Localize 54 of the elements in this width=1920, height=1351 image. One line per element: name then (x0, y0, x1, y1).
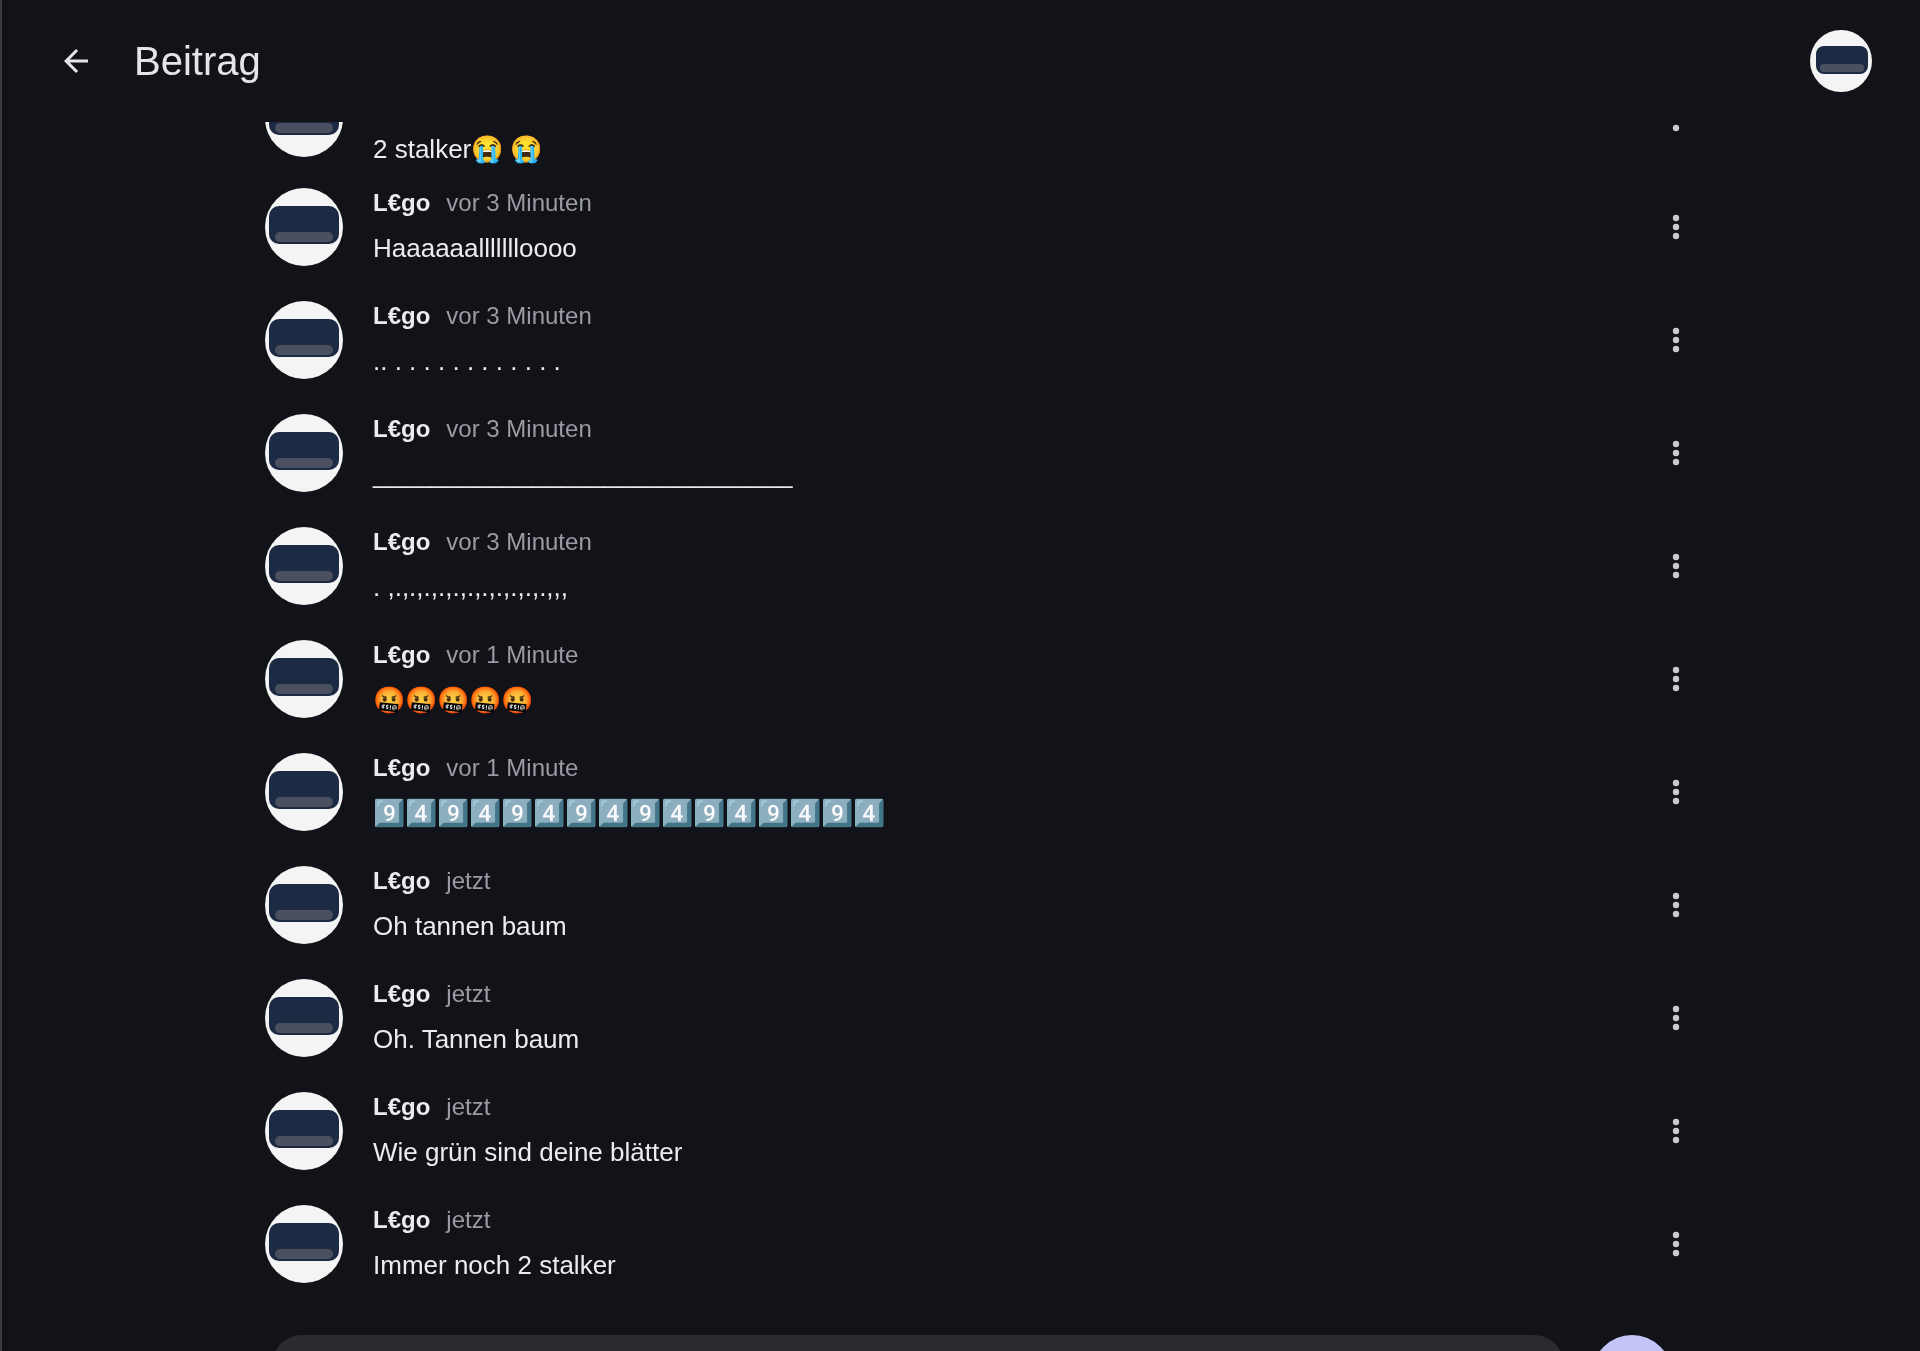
comment-author[interactable]: L€go (373, 298, 431, 334)
more-options-icon[interactable] (1672, 1230, 1680, 1257)
comment-author[interactable]: L€go (373, 185, 431, 221)
comment-text: Haaaaaallllllloooo (373, 232, 578, 265)
comment-author[interactable]: L€go (373, 750, 431, 786)
more-options-icon[interactable] (1672, 326, 1680, 353)
comment-author[interactable]: L€go (373, 863, 431, 899)
more-options-icon[interactable] (1672, 665, 1680, 692)
comment-time: vor 1 Minute (446, 640, 579, 670)
comment-text: Wie grün sind deine blätter (373, 1136, 684, 1169)
comment-text: 2 stalker😭 😭 (373, 133, 544, 166)
more-options-icon[interactable] (1672, 891, 1680, 918)
comment-author[interactable]: L€go (373, 637, 431, 673)
avatar-image[interactable] (265, 300, 343, 379)
comment-author[interactable]: L€go (373, 524, 431, 560)
avatar-image[interactable] (265, 865, 343, 944)
avatar-image[interactable] (265, 752, 343, 831)
page-title: Beitrag (134, 38, 261, 85)
comment-author[interactable]: L€go (373, 1089, 431, 1125)
avatar-image[interactable] (265, 1091, 343, 1170)
comment-time: vor 3 Minuten (446, 527, 592, 557)
comment-time: jetzt (446, 979, 491, 1009)
comment-text: Oh. Tannen baum (373, 1023, 581, 1056)
comment-author[interactable]: L€go (373, 411, 431, 447)
comment-text: Immer noch 2 stalker (373, 1249, 617, 1282)
comment-time: jetzt (446, 1092, 491, 1122)
comment-text: .. . . . . . . . . . . . . (373, 345, 562, 378)
comment-text: 🤬🤬🤬🤬🤬 (373, 684, 534, 717)
comment-time: vor 3 Minuten (446, 414, 592, 444)
more-options-icon[interactable] (1672, 213, 1680, 240)
more-options-icon[interactable] (1672, 552, 1680, 579)
avatar-image[interactable] (265, 639, 343, 718)
avatar-image[interactable] (265, 187, 343, 266)
more-options-icon[interactable] (1672, 439, 1680, 466)
comment-text: . ,.,.,.,.,.,.,.,.,.,.,.,,, (373, 571, 570, 604)
comment-text: _____________________________ (373, 458, 794, 491)
comment-text: Oh tannen baum (373, 910, 568, 943)
comment-text: 9⃣4⃣9⃣4⃣9⃣4⃣9⃣4⃣9⃣4⃣9⃣4⃣9⃣4⃣9⃣4⃣ (373, 797, 886, 830)
more-options-icon[interactable] (1672, 1117, 1680, 1144)
comment-time: vor 1 Minute (446, 753, 579, 783)
more-options-icon[interactable] (1672, 778, 1680, 805)
comment-time: vor 3 Minuten (446, 301, 592, 331)
comment-time: jetzt (446, 866, 491, 896)
comment-author[interactable]: L€go (373, 1202, 431, 1238)
dot-icon[interactable] (1672, 124, 1680, 132)
avatar-image[interactable] (265, 413, 343, 492)
more-options-icon[interactable] (1672, 1004, 1680, 1031)
comment-author[interactable]: L€go (373, 976, 431, 1012)
comment-time: jetzt (446, 1205, 491, 1235)
avatar-image[interactable] (265, 978, 343, 1057)
comment-time: vor 3 Minuten (446, 188, 592, 218)
profile-avatar[interactable] (1810, 30, 1872, 92)
avatar-image[interactable] (265, 1204, 343, 1283)
avatar-image[interactable] (265, 526, 343, 605)
